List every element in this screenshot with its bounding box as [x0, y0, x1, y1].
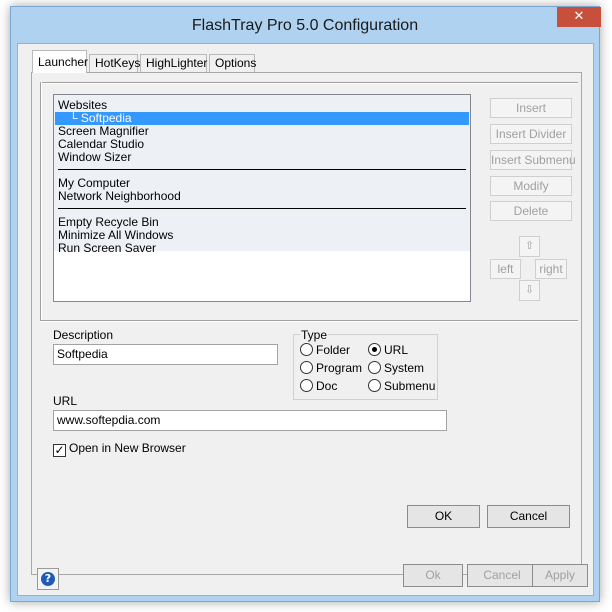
move-left-button[interactable]: left: [490, 259, 521, 279]
tab-launcher[interactable]: Launcher: [32, 50, 88, 73]
type-url-radio[interactable]: URL: [368, 343, 408, 357]
description-label: Description: [53, 328, 114, 342]
type-group-label: Type: [300, 328, 329, 342]
close-button[interactable]: ✕: [557, 7, 601, 27]
insert-submenu-button[interactable]: Insert Submenu: [490, 150, 576, 170]
tab-hotkeys[interactable]: HotKeys: [89, 54, 140, 72]
type-submenu-radio[interactable]: Submenu: [368, 379, 435, 393]
modify-button[interactable]: Modify: [490, 176, 572, 196]
tab-highlighter[interactable]: HighLighter: [140, 54, 207, 72]
ok-button[interactable]: OK: [407, 505, 480, 528]
type-system-radio[interactable]: System: [368, 361, 424, 375]
radio-circle: [300, 379, 313, 392]
dialog-client: Launcher HotKeys HighLighter Options Web…: [17, 43, 594, 596]
tab-options[interactable]: Options: [209, 54, 256, 72]
radio-circle: [300, 361, 313, 374]
description-field[interactable]: Softpedia: [53, 344, 278, 365]
list-item[interactable]: Network Neighborhood: [58, 190, 181, 203]
radio-label: Doc: [316, 379, 338, 393]
delete-button[interactable]: Delete: [490, 201, 572, 221]
launcher-list[interactable]: Websites └ Softpedia Screen Magnifier Ca…: [53, 94, 471, 302]
help-button[interactable]: ?: [37, 568, 59, 590]
middle-divider: [40, 320, 578, 322]
insert-button[interactable]: Insert: [490, 98, 572, 118]
url-field[interactable]: www.softepdia.com: [53, 410, 447, 431]
checkmark-icon: ✓: [53, 443, 66, 457]
apply-button[interactable]: Apply: [532, 564, 588, 587]
down-arrow-icon: ⇩: [524, 283, 535, 296]
open-new-browser-checkbox[interactable]: ✓ Open in New Browser: [53, 441, 186, 457]
radio-circle: [368, 361, 381, 374]
cancel-button[interactable]: Cancel: [487, 505, 570, 528]
type-doc-radio[interactable]: Doc: [300, 379, 337, 393]
radio-circle: [300, 343, 313, 356]
move-up-button[interactable]: ⇧: [519, 236, 540, 257]
list-item[interactable]: Run Screen Saver: [58, 242, 156, 255]
left-divider: [40, 82, 42, 321]
url-label: URL: [53, 394, 78, 408]
list-item-label: Softpedia: [80, 111, 132, 125]
radio-label: Submenu: [384, 379, 436, 393]
radio-circle-selected: [368, 343, 381, 356]
launcher-panel: Websites └ Softpedia Screen Magnifier Ca…: [31, 72, 582, 575]
radio-label: URL: [384, 343, 409, 357]
radio-label: System: [384, 361, 425, 375]
radio-label: Program: [316, 361, 363, 375]
insert-divider-button[interactable]: Insert Divider: [490, 124, 572, 144]
tree-branch-icon: └: [69, 111, 78, 125]
move-right-button[interactable]: right: [535, 259, 567, 279]
list-divider[interactable]: [58, 208, 466, 209]
type-program-radio[interactable]: Program: [300, 361, 362, 375]
list-item[interactable]: Window Sizer: [58, 151, 131, 164]
up-arrow-icon: ⇧: [524, 239, 535, 252]
top-divider: [40, 82, 578, 84]
config-window: FlashTray Pro 5.0 Configuration ✕ Launch…: [10, 6, 601, 602]
list-divider[interactable]: [58, 169, 466, 170]
title-bar[interactable]: FlashTray Pro 5.0 Configuration ✕: [11, 7, 601, 43]
checkbox-label: Open in New Browser: [69, 441, 186, 455]
radio-circle: [368, 379, 381, 392]
radio-label: Folder: [316, 343, 351, 357]
window-title: FlashTray Pro 5.0 Configuration: [191, 17, 419, 34]
help-icon: ?: [41, 572, 55, 586]
type-folder-radio[interactable]: Folder: [300, 343, 350, 357]
move-down-button[interactable]: ⇩: [519, 280, 540, 301]
dialog-cancel-button[interactable]: Cancel: [467, 564, 537, 587]
dialog-ok-button[interactable]: Ok: [403, 564, 463, 587]
close-icon: ✕: [573, 9, 585, 24]
